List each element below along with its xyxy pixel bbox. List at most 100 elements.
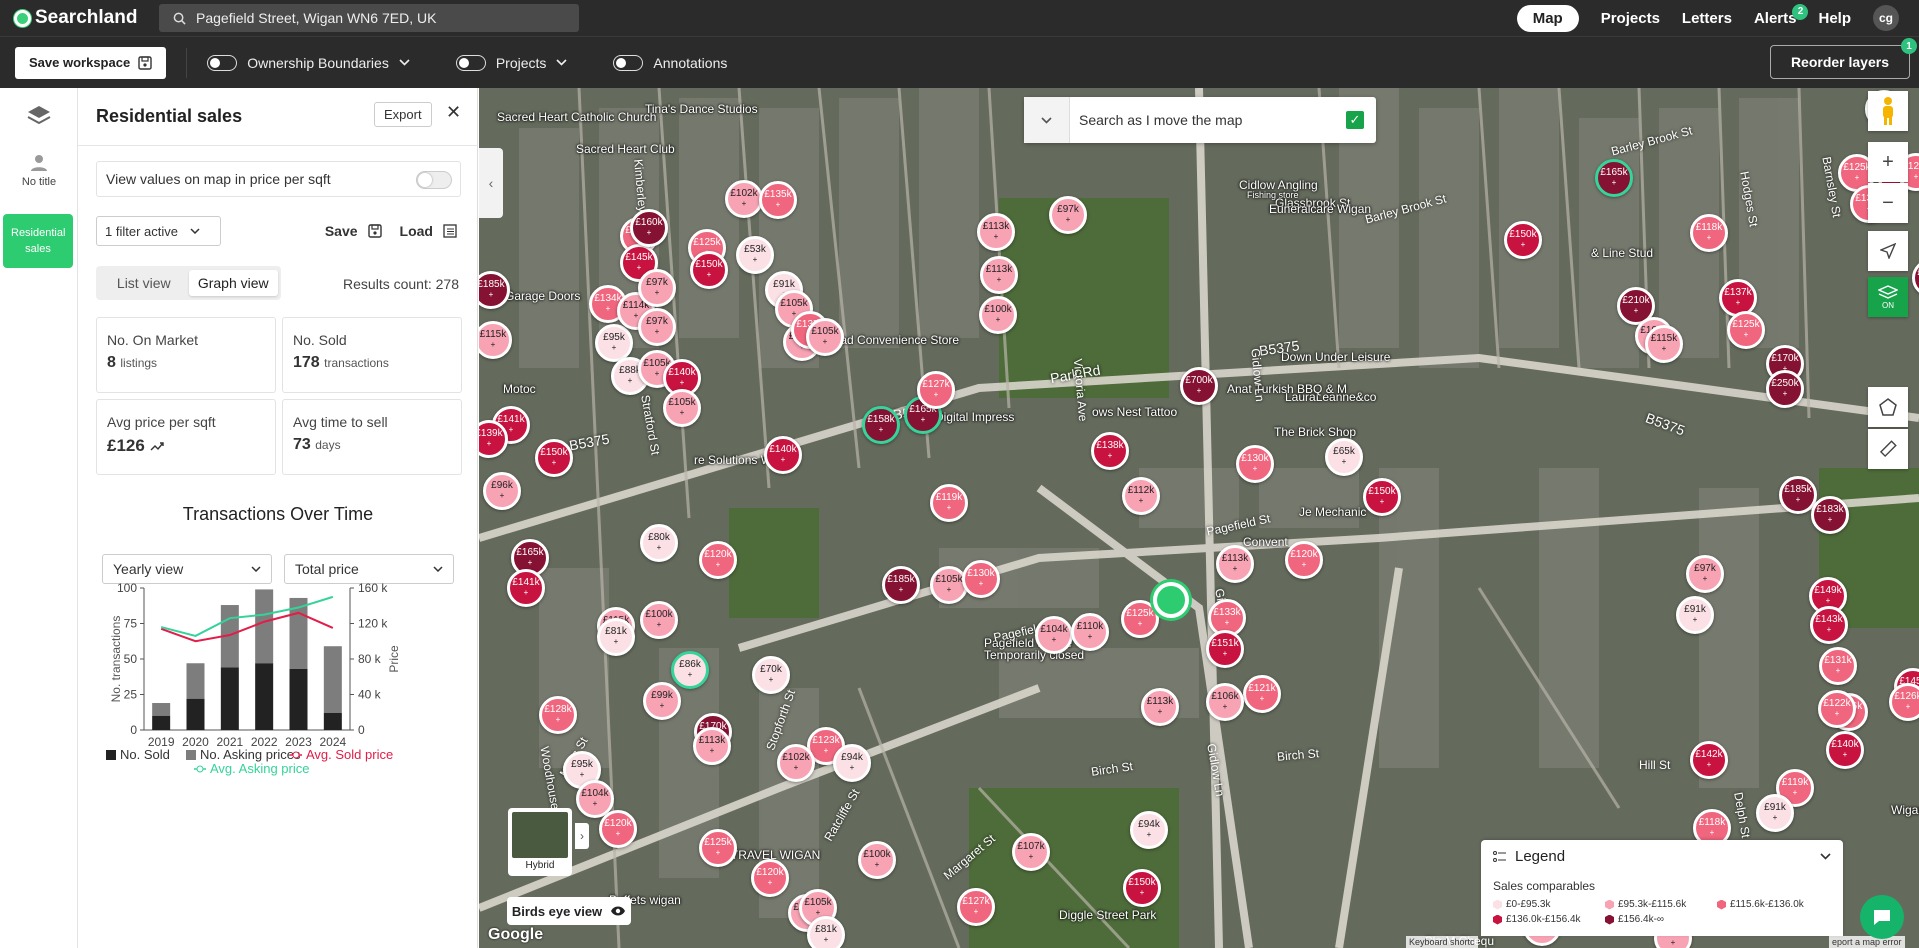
nav-help[interactable]: Help (1818, 10, 1851, 27)
price-marker[interactable]: £94k + (833, 744, 871, 782)
price-marker[interactable]: £81k + (597, 618, 635, 656)
price-marker[interactable]: £121k + (1243, 675, 1281, 713)
avatar[interactable]: cg (1873, 5, 1899, 31)
selected-location-marker[interactable] (1153, 582, 1189, 618)
nav-map[interactable]: Map (1516, 4, 1579, 32)
place-label[interactable]: Sacred Heart Catholic Church (497, 110, 656, 124)
save-icon[interactable] (367, 224, 382, 238)
price-marker[interactable]: £135k+ (759, 181, 797, 219)
price-marker[interactable]: £141k + (507, 569, 545, 607)
legend-header[interactable]: Legend (1493, 848, 1831, 865)
price-marker[interactable]: £120k+ (699, 541, 737, 579)
list-icon[interactable] (443, 224, 457, 238)
price-marker[interactable]: £127k + (957, 888, 995, 926)
price-marker[interactable]: £91k+ (1756, 794, 1794, 832)
price-marker[interactable]: £118k + (1690, 214, 1728, 252)
price-marker[interactable]: £100k + (858, 841, 896, 879)
price-marker[interactable]: £140k + (764, 436, 802, 474)
search-as-move-checkbox[interactable]: ✓ (1346, 111, 1364, 129)
price-marker[interactable]: £113k + (980, 256, 1018, 294)
tab-graph-view[interactable]: Graph view (188, 270, 278, 296)
price-marker[interactable]: £81k + (807, 916, 845, 948)
nav-alerts[interactable]: Alerts 2 (1754, 3, 1809, 27)
price-marker[interactable]: £104k + (1035, 616, 1073, 654)
price-marker[interactable]: £250k + (1766, 370, 1804, 408)
price-marker[interactable]: £105k+ (663, 389, 701, 427)
place-label[interactable]: Je Mechanic (1299, 505, 1366, 519)
price-marker[interactable]: £140k + (1826, 731, 1864, 769)
price-marker[interactable]: £94k + (1130, 811, 1168, 849)
price-marker[interactable]: £150k + (690, 251, 728, 289)
nav-letters[interactable]: Letters (1682, 10, 1732, 27)
price-marker[interactable]: £185k + (882, 566, 920, 604)
search-options-dropdown[interactable] (1024, 97, 1070, 143)
place-label[interactable]: Tina's Dance Studios (645, 102, 758, 116)
price-marker[interactable]: £115k+ (1645, 325, 1683, 363)
place-label[interactable]: Euneralcare Wigan (1269, 202, 1371, 216)
price-marker[interactable]: £150k + (1123, 869, 1161, 907)
price-marker[interactable]: £102k + (777, 744, 815, 782)
price-marker[interactable]: £100k + (640, 601, 678, 639)
place-label[interactable]: Sacred Heart Club (576, 142, 675, 156)
price-marker[interactable]: £151k + (1206, 630, 1244, 668)
place-label[interactable]: Convent (1243, 535, 1288, 549)
price-marker[interactable]: £158k+ (862, 406, 900, 444)
place-label[interactable]: Diggle Street Park (1059, 908, 1156, 922)
zoom-out-button[interactable]: − (1868, 183, 1908, 223)
price-marker[interactable]: £99k + (643, 682, 681, 720)
price-marker[interactable]: £113k + (1216, 545, 1254, 583)
locate-icon[interactable] (1868, 231, 1908, 271)
chat-support-button[interactable] (1860, 895, 1904, 939)
close-icon[interactable]: ✕ (446, 102, 461, 123)
price-marker[interactable]: £113k + (977, 213, 1015, 251)
place-label[interactable]: & Line Stud (1591, 246, 1653, 260)
chevron-right-icon[interactable]: › (575, 823, 589, 849)
price-marker[interactable]: £143k + (1810, 606, 1848, 644)
price-marker[interactable]: £86k + (671, 651, 709, 689)
ownership-switch[interactable] (207, 54, 238, 71)
price-marker[interactable]: £142k + (1690, 741, 1728, 779)
place-label[interactable]: Motoc (503, 382, 536, 396)
zoom-in-button[interactable]: + (1868, 142, 1908, 182)
price-per-sqft-switch[interactable] (416, 171, 452, 189)
logo[interactable]: Searchland (14, 7, 137, 29)
rail-no-title[interactable]: No title (0, 154, 78, 188)
projects-switch[interactable] (455, 54, 486, 71)
price-marker[interactable]: £130k + (1236, 445, 1274, 483)
price-marker[interactable]: £138k + (1091, 432, 1129, 470)
price-marker[interactable]: £119k + (930, 484, 968, 522)
annotations-toggle[interactable]: Annotations (613, 54, 727, 71)
place-label[interactable]: Anat Turkish BBQ & M (1227, 382, 1347, 396)
filter-dropdown[interactable]: 1 filter active (96, 216, 221, 246)
price-marker[interactable]: £102k + (725, 180, 763, 218)
price-marker[interactable]: £126k + (1889, 683, 1919, 721)
nav-projects[interactable]: Projects (1601, 10, 1660, 27)
birds-eye-view-button[interactable]: Birds eye view (507, 897, 631, 925)
price-marker[interactable]: £120k+ (751, 859, 789, 897)
price-marker[interactable]: £700k + (1180, 367, 1218, 405)
keyboard-shortcuts-link[interactable]: Keyboard shortc (1406, 936, 1478, 948)
place-label[interactable]: The Brick Shop (1274, 425, 1356, 439)
price-marker[interactable]: £70k + (752, 656, 790, 694)
rail-residential-sales[interactable]: Residential sales (3, 214, 73, 268)
price-marker[interactable]: £113k + (1141, 688, 1179, 726)
tab-list-view[interactable]: List view (99, 270, 189, 296)
price-marker[interactable]: £53k + (736, 236, 774, 274)
price-marker[interactable]: £107k + (1012, 833, 1050, 871)
price-marker[interactable]: £106k+ (1206, 683, 1244, 721)
price-marker[interactable]: £130k + (962, 560, 1000, 598)
price-marker[interactable]: £100k + (979, 296, 1017, 334)
measure-ruler-icon[interactable] (1868, 429, 1908, 469)
place-label[interactable]: Digital Impress (935, 410, 1014, 424)
price-marker[interactable]: £150k + (1504, 221, 1542, 259)
price-marker[interactable]: £150k + (535, 439, 573, 477)
price-marker[interactable]: £183k + (1811, 496, 1849, 534)
ownership-toggle[interactable]: Ownership Boundaries (207, 54, 410, 71)
map-layers-on-button[interactable]: ON (1868, 277, 1908, 317)
price-marker[interactable]: £112k + (1122, 477, 1160, 515)
price-marker[interactable]: £96k + (483, 472, 521, 510)
annotations-switch[interactable] (613, 54, 644, 71)
price-marker[interactable]: £91k+ (1676, 596, 1714, 634)
price-marker[interactable]: £165k + (1595, 159, 1633, 197)
price-marker[interactable]: £120k+ (599, 810, 637, 848)
